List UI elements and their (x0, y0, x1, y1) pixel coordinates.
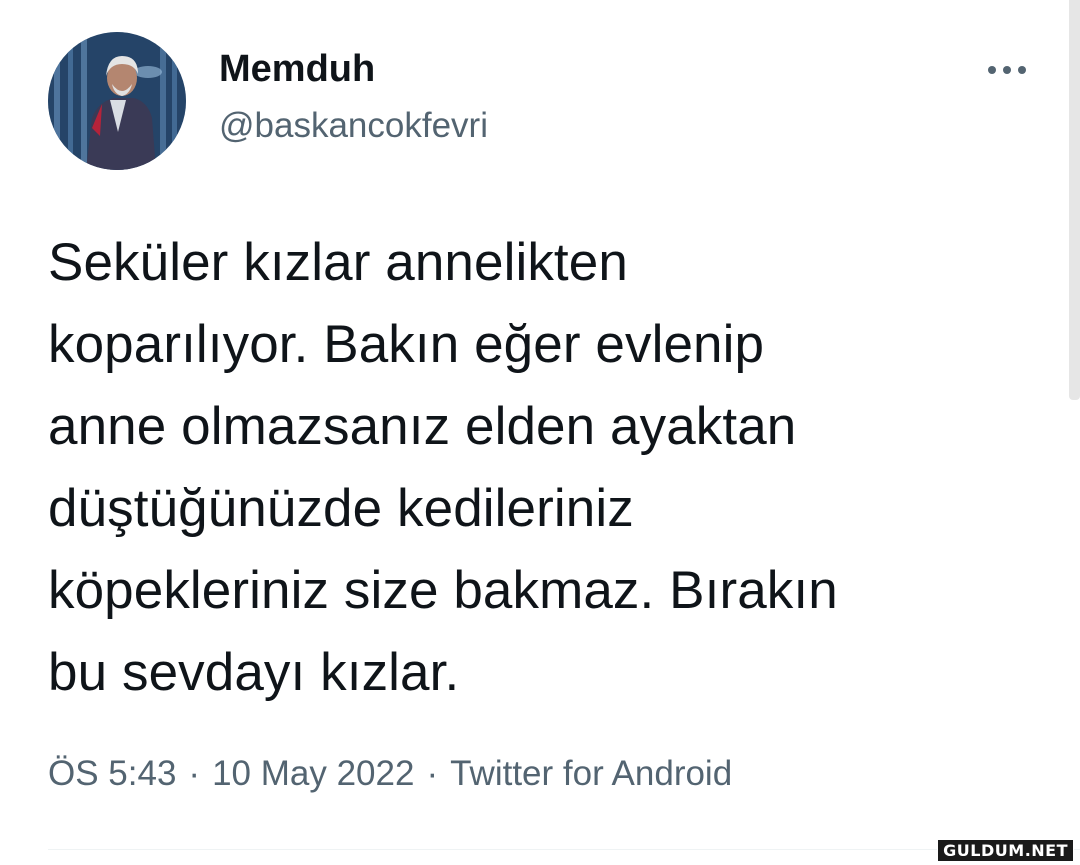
tweet-date[interactable]: 10 May 2022 (212, 754, 414, 793)
tweet-detail: Memduh @baskancokfevri Seküler kızlar an… (0, 0, 1080, 865)
more-options-button[interactable] (978, 50, 1036, 90)
meta-separator: · (188, 754, 201, 793)
tweet-time[interactable]: ÖS 5:43 (48, 754, 176, 793)
user-handle[interactable]: @baskancokfevri (219, 104, 488, 148)
tweet-source[interactable]: Twitter for Android (450, 754, 732, 793)
meta-separator: · (426, 754, 439, 793)
watermark: GULDUM.NET (937, 839, 1074, 862)
tweet-metadata: ÖS 5:43 · 10 May 2022 · Twitter for Android (48, 749, 732, 799)
avatar[interactable] (48, 32, 186, 170)
avatar-image (48, 32, 186, 170)
scrollbar[interactable] (1069, 0, 1080, 400)
more-horizontal-icon (988, 66, 1026, 74)
display-name[interactable]: Memduh (219, 46, 375, 92)
tweet-text: Seküler kızlar annelikten koparılıyor. B… (48, 233, 838, 702)
divider (48, 849, 1080, 850)
